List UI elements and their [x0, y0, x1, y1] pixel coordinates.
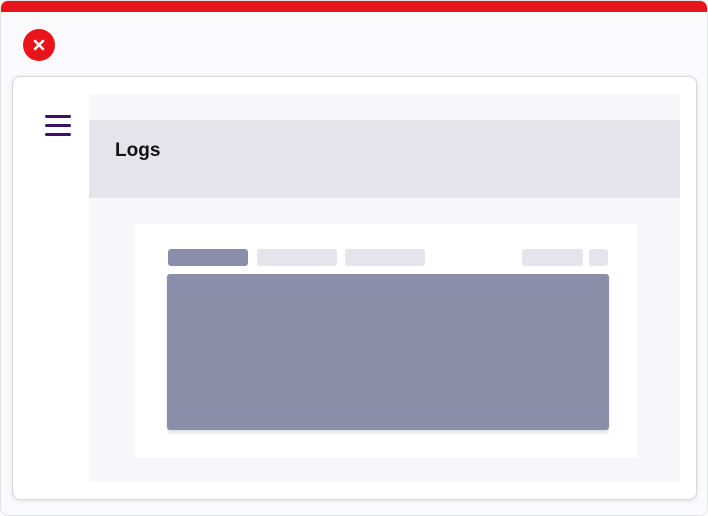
main-content: Logs	[89, 94, 680, 482]
content-skeleton-block	[167, 274, 609, 430]
menu-line	[45, 115, 71, 118]
action-placeholder[interactable]	[522, 249, 583, 266]
hamburger-menu-icon[interactable]	[45, 113, 73, 139]
page-header: Logs	[89, 120, 680, 198]
menu-line	[45, 133, 71, 136]
tab-placeholder-active[interactable]	[168, 249, 248, 266]
action-placeholder-small[interactable]	[589, 249, 608, 266]
tab-placeholder[interactable]	[257, 249, 337, 266]
top-accent-bar	[1, 1, 707, 12]
logs-panel	[135, 224, 637, 458]
page-title: Logs	[115, 140, 161, 161]
tab-placeholder[interactable]	[345, 249, 425, 266]
close-button[interactable]	[23, 29, 55, 61]
preview-card: Logs	[12, 76, 697, 500]
app-frame: Logs	[0, 0, 708, 516]
menu-line	[45, 124, 71, 127]
close-icon	[33, 39, 45, 51]
